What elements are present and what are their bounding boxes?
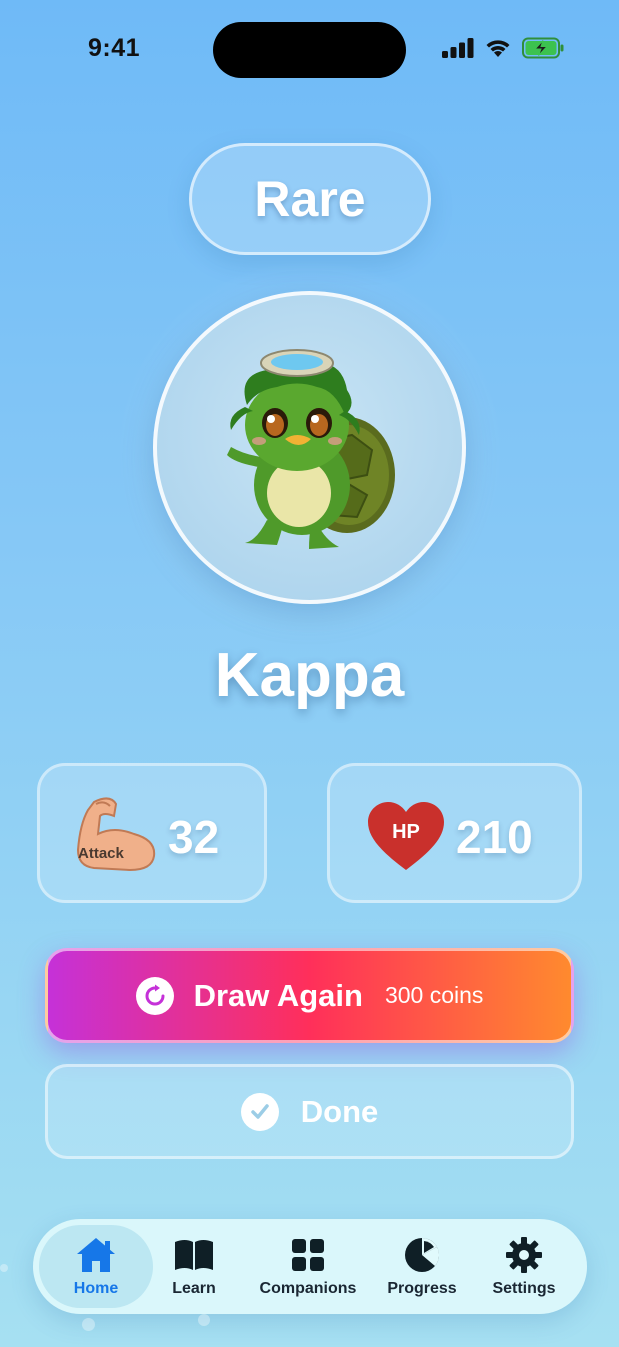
attack-stat-card: Attack 32 <box>37 763 267 903</box>
gear-icon <box>505 1236 543 1274</box>
draw-again-button[interactable]: Draw Again 300 coins <box>45 948 574 1043</box>
tab-learn[interactable]: Learn <box>155 1219 233 1314</box>
refresh-icon <box>135 976 174 1015</box>
checkmark-icon <box>240 1092 279 1131</box>
wifi-icon <box>486 40 510 57</box>
draw-again-label: Draw Again <box>193 977 363 1013</box>
flexed-arm-icon: Attack <box>76 797 156 872</box>
attack-icon-text: Attack <box>78 845 125 862</box>
cellular-signal-icon <box>442 38 474 58</box>
pie-chart-icon <box>403 1236 441 1274</box>
tab-companions-label: Companions <box>259 1279 357 1297</box>
draw-again-cost: 300 coins <box>384 982 484 1008</box>
rarity-badge: Rare <box>189 143 431 255</box>
hp-icon-text: HP <box>392 821 420 843</box>
tab-companions[interactable]: Companions <box>253 1219 363 1314</box>
done-label: Done <box>300 1093 379 1129</box>
tab-home[interactable]: Home <box>39 1219 153 1314</box>
tab-settings-label: Settings <box>492 1279 556 1297</box>
status-bar: 9:41 <box>0 0 619 100</box>
creature-portrait <box>153 291 466 604</box>
decor-bubble <box>198 1314 210 1326</box>
tab-learn-label: Learn <box>172 1279 216 1297</box>
tab-progress-label: Progress <box>387 1279 457 1297</box>
decor-bubble <box>82 1318 95 1331</box>
battery-charging-icon <box>522 37 564 59</box>
creature-name: Kappa <box>214 641 405 710</box>
dynamic-island <box>213 22 406 78</box>
decor-bubble <box>0 1264 8 1272</box>
status-icons <box>442 37 564 59</box>
kappa-creature-image <box>227 349 395 549</box>
done-button[interactable]: Done <box>45 1064 574 1159</box>
status-time: 9:41 <box>88 34 141 62</box>
hp-value: 210 <box>456 811 533 863</box>
attack-value: 32 <box>168 811 220 863</box>
heart-icon: HP <box>368 802 444 870</box>
book-icon <box>173 1236 215 1274</box>
hp-stat-card: HP 210 <box>327 763 582 903</box>
tab-bar: Home Learn Companions Progress Settings <box>33 1219 587 1314</box>
grid-icon <box>291 1236 325 1274</box>
tab-settings[interactable]: Settings <box>481 1219 567 1314</box>
house-icon <box>75 1236 117 1274</box>
tab-home-label: Home <box>73 1279 119 1297</box>
tab-progress[interactable]: Progress <box>381 1219 463 1314</box>
